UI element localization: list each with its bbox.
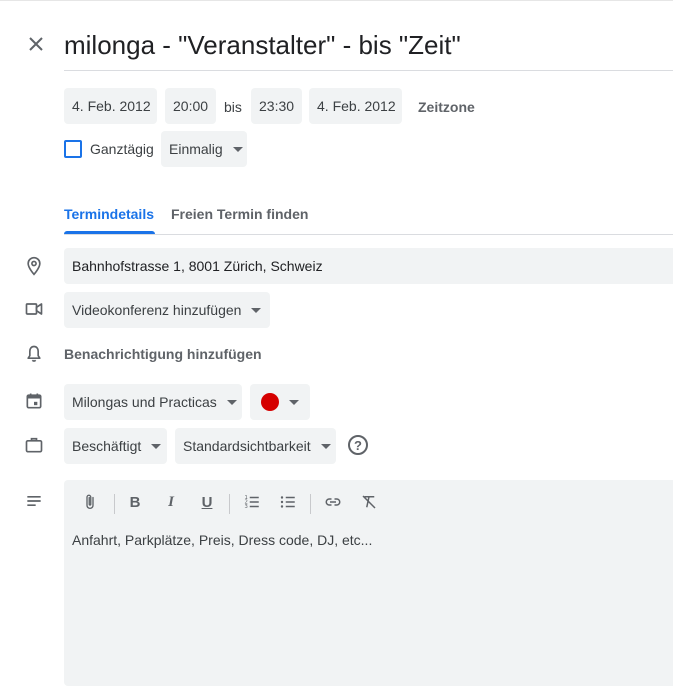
start-date-text: 4. Feb. 2012 [72,98,151,114]
help-icon[interactable]: ? [348,435,368,455]
tab-termindetails[interactable]: Termindetails [64,206,154,222]
bold-icon[interactable]: B [121,488,149,516]
allday-checkbox[interactable] [64,140,82,158]
location-text: Bahnhofstrasse 1, 8001 Zürich, Schweiz [72,258,323,274]
start-time-text: 20:00 [173,98,209,114]
close-icon [29,37,43,51]
visibility-text: Standardsichtbarkeit [183,438,311,454]
location-input[interactable]: Bahnhofstrasse 1, 8001 Zürich, Schweiz [64,248,673,284]
video-camera-icon [22,297,46,321]
formatting-toolbar: B I U 123 [64,488,673,518]
chevron-down-icon [151,443,162,449]
availability-text: Beschäftigt [72,438,142,454]
recurrence-dropdown[interactable]: Einmalig [161,131,247,167]
attachment-icon[interactable] [76,488,104,516]
bulleted-list-icon[interactable] [274,488,302,516]
calendar-name-text: Milongas und Practicas [72,394,217,410]
bell-icon [22,342,46,366]
location-icon [22,254,46,278]
add-notification-button[interactable]: Benachrichtigung hinzufügen [64,346,262,362]
start-time-picker[interactable]: 20:00 [165,88,216,124]
toolbar-divider [114,494,115,514]
close-button[interactable] [22,30,50,58]
chevron-down-icon [226,399,237,405]
toolbar-divider [229,494,230,514]
briefcase-icon [22,433,46,457]
end-date-text: 4. Feb. 2012 [317,98,396,114]
end-time-text: 23:30 [259,98,295,114]
svg-text:3: 3 [245,504,248,510]
allday-label: Ganztägig [90,141,154,157]
time-separator: bis [224,99,242,115]
event-title-input[interactable]: milonga - "Veranstalter" - bis "Zeit" [64,25,673,71]
timezone-button[interactable]: Zeitzone [418,99,475,115]
end-time-picker[interactable]: 23:30 [251,88,302,124]
availability-select[interactable]: Beschäftigt [64,428,167,464]
tab-freien-termin-finden[interactable]: Freien Termin finden [171,206,308,222]
calendar-select[interactable]: Milongas und Practicas [64,384,242,420]
recurrence-text: Einmalig [169,141,223,157]
chevron-down-icon [251,307,262,313]
calendar-icon [22,389,46,413]
videoconference-text: Videokonferenz hinzufügen [72,302,242,318]
toolbar-divider [310,494,311,514]
numbered-list-icon[interactable]: 123 [238,488,266,516]
top-border [0,0,673,1]
chevron-down-icon [320,443,331,449]
description-editor[interactable]: B I U 123 Anfahrt, Parkplätze, Preis, Dr… [64,480,673,686]
color-swatch [261,393,279,411]
description-icon [22,489,46,513]
start-date-picker[interactable]: 4. Feb. 2012 [64,88,157,124]
end-date-picker[interactable]: 4. Feb. 2012 [309,88,402,124]
link-icon[interactable] [319,488,347,516]
chevron-down-icon [289,399,299,405]
add-videoconference-button[interactable]: Videokonferenz hinzufügen [64,292,270,328]
tabs-divider [64,234,673,235]
remove-formatting-icon[interactable] [355,488,383,516]
description-placeholder: Anfahrt, Parkplätze, Preis, Dress code, … [72,532,373,548]
italic-icon[interactable]: I [157,488,185,516]
chevron-down-icon [232,146,243,152]
event-color-picker[interactable] [250,384,310,420]
underline-icon[interactable]: U [193,488,221,516]
visibility-select[interactable]: Standardsichtbarkeit [175,428,336,464]
